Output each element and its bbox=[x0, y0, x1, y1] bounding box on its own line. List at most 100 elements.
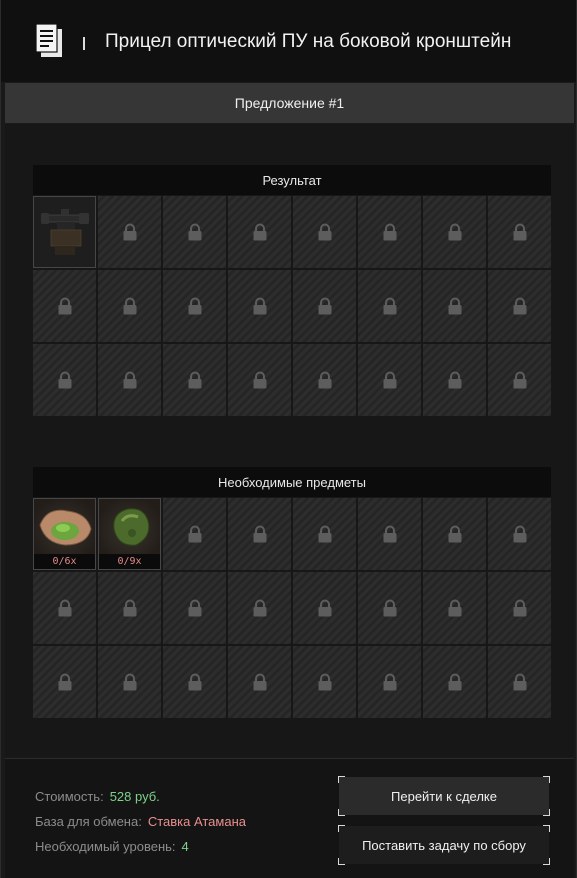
scope-item-icon[interactable] bbox=[33, 196, 96, 268]
title-separator bbox=[83, 37, 85, 50]
base-label: База для обмена: bbox=[35, 814, 142, 829]
lock-icon bbox=[383, 297, 396, 315]
lock-icon bbox=[383, 525, 396, 543]
lock-icon bbox=[318, 371, 331, 389]
level-label: Необходимый уровень: bbox=[35, 839, 176, 854]
locked-slot bbox=[358, 572, 421, 644]
cost-label: Стоимость: bbox=[35, 789, 104, 804]
lock-icon bbox=[513, 371, 526, 389]
lock-icon bbox=[513, 673, 526, 691]
locked-slot bbox=[293, 196, 356, 268]
locked-slot bbox=[423, 646, 486, 718]
lock-icon bbox=[383, 599, 396, 617]
offer-label: Предложение #1 bbox=[5, 83, 574, 123]
scope-icon bbox=[40, 209, 89, 255]
locked-slot bbox=[228, 344, 291, 416]
locked-slot bbox=[228, 572, 291, 644]
lock-icon bbox=[448, 297, 461, 315]
lock-icon bbox=[448, 599, 461, 617]
lock-icon bbox=[318, 599, 331, 617]
locked-slot bbox=[488, 498, 551, 570]
cost-row: Стоимость: 528 руб. bbox=[35, 789, 160, 804]
locked-slot bbox=[423, 498, 486, 570]
food-pack-icon bbox=[38, 509, 92, 546]
lock-icon bbox=[188, 223, 201, 241]
lock-icon bbox=[188, 673, 201, 691]
locked-slot bbox=[163, 498, 226, 570]
lock-icon bbox=[188, 525, 201, 543]
lock-icon bbox=[448, 525, 461, 543]
level-value: 4 bbox=[181, 839, 189, 854]
base-row: База для обмена: Ставка Атамана bbox=[35, 814, 246, 829]
locked-slot bbox=[488, 196, 551, 268]
lock-icon bbox=[123, 223, 136, 241]
set-collection-task-label: Поставить задачу по сбору bbox=[362, 837, 526, 853]
locked-slot bbox=[163, 572, 226, 644]
item-count: 0/9x bbox=[99, 554, 160, 569]
lock-icon bbox=[58, 673, 71, 691]
required-section-heading: Необходимые предметы bbox=[33, 467, 551, 497]
locked-slot bbox=[293, 646, 356, 718]
lock-icon bbox=[448, 371, 461, 389]
locked-slot bbox=[33, 646, 96, 718]
required-item-2[interactable]: 0/9x bbox=[98, 498, 161, 570]
lock-icon bbox=[123, 599, 136, 617]
locked-slot bbox=[423, 270, 486, 342]
document-icon bbox=[35, 23, 62, 57]
locked-slot bbox=[33, 344, 96, 416]
lock-icon bbox=[513, 599, 526, 617]
lock-icon bbox=[383, 673, 396, 691]
lock-icon bbox=[58, 371, 71, 389]
lock-icon bbox=[253, 673, 266, 691]
locked-slot bbox=[98, 344, 161, 416]
locked-slot bbox=[423, 344, 486, 416]
locked-slot bbox=[163, 344, 226, 416]
locked-slot bbox=[98, 646, 161, 718]
lock-icon bbox=[448, 673, 461, 691]
required-grid: 0/6x 0/9x bbox=[33, 498, 551, 718]
locked-slot bbox=[228, 270, 291, 342]
locked-slot bbox=[358, 498, 421, 570]
lock-icon bbox=[123, 297, 136, 315]
locked-slot bbox=[488, 646, 551, 718]
locked-slot bbox=[293, 270, 356, 342]
lock-icon bbox=[383, 223, 396, 241]
lock-icon bbox=[318, 525, 331, 543]
locked-slot bbox=[33, 572, 96, 644]
cost-value: 528 руб. bbox=[109, 789, 160, 804]
lock-icon bbox=[188, 297, 201, 315]
locked-slot bbox=[98, 196, 161, 268]
locked-slot bbox=[488, 344, 551, 416]
set-collection-task-button[interactable]: Поставить задачу по сбору bbox=[338, 825, 550, 865]
lock-icon bbox=[188, 599, 201, 617]
go-to-deal-label: Перейти к сделке bbox=[391, 788, 497, 804]
locked-slot bbox=[33, 270, 96, 342]
go-to-deal-button[interactable]: Перейти к сделке bbox=[338, 776, 550, 816]
lock-icon bbox=[253, 525, 266, 543]
footer: Стоимость: 528 руб. База для обмена: Ставк… bbox=[5, 758, 574, 878]
locked-slot bbox=[358, 646, 421, 718]
locked-slot bbox=[163, 196, 226, 268]
lock-icon bbox=[253, 599, 266, 617]
lock-icon bbox=[58, 599, 71, 617]
locked-slot bbox=[423, 572, 486, 644]
lock-icon bbox=[123, 371, 136, 389]
locked-slot bbox=[228, 498, 291, 570]
trade-offer-window: Прицел оптический ПУ на боковой кронштей… bbox=[0, 0, 577, 878]
locked-slot bbox=[293, 572, 356, 644]
result-section-heading: Результат bbox=[33, 165, 551, 195]
lock-icon bbox=[318, 223, 331, 241]
lock-icon bbox=[253, 223, 266, 241]
item-count: 0/6x bbox=[34, 554, 95, 569]
locked-slot bbox=[228, 646, 291, 718]
lock-icon bbox=[383, 371, 396, 389]
base-value: Ставка Атамана bbox=[147, 814, 246, 829]
lock-icon bbox=[188, 371, 201, 389]
lock-icon bbox=[253, 297, 266, 315]
locked-slot bbox=[163, 646, 226, 718]
required-item-1[interactable]: 0/6x bbox=[33, 498, 96, 570]
lock-icon bbox=[513, 297, 526, 315]
locked-slot bbox=[488, 572, 551, 644]
lock-icon bbox=[123, 673, 136, 691]
locked-slot bbox=[293, 344, 356, 416]
